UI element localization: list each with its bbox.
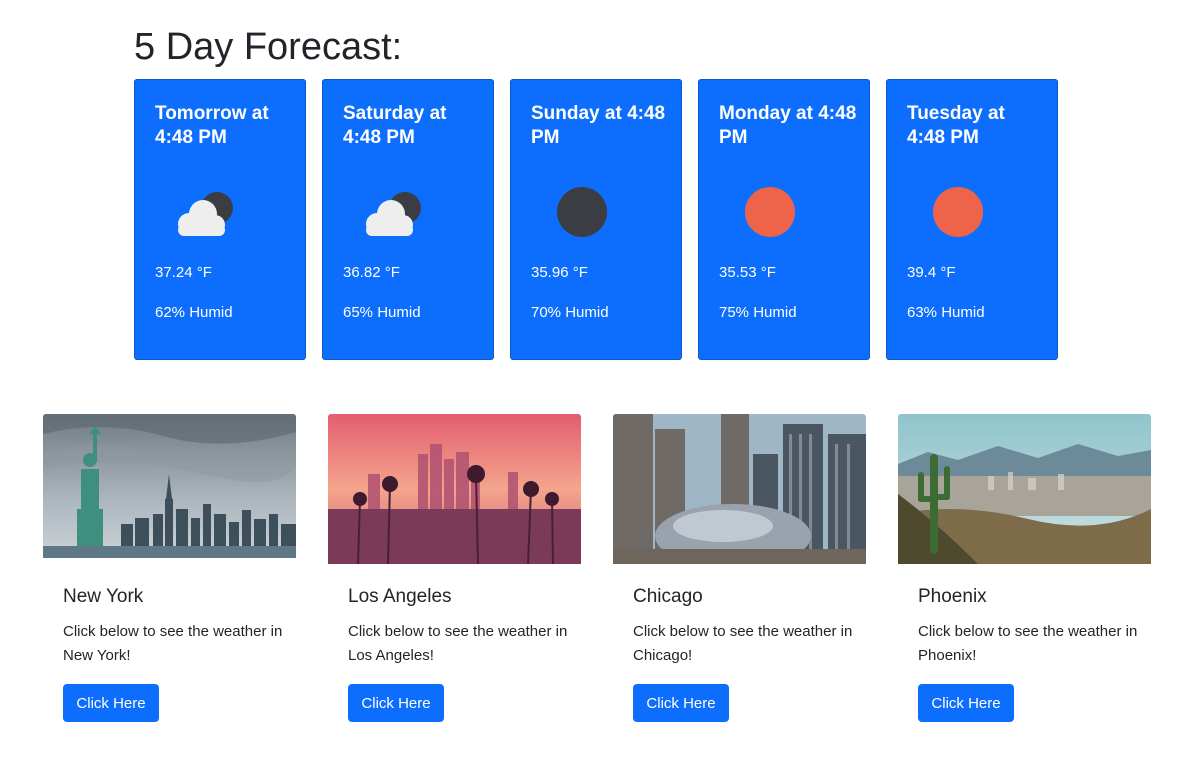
forecast-day-label: Monday at 4:48 PM <box>719 103 857 148</box>
city-description: Click below to see the weather in Los An… <box>348 623 568 664</box>
partly-cloudy-night-icon <box>171 184 241 240</box>
city-description: Click below to see the weather in Chicag… <box>633 623 853 664</box>
city-name: Los Angeles <box>348 586 452 607</box>
forecast-card-sunday: Sunday at 4:48 PM 35.96 °F 70% Humid <box>510 79 682 360</box>
forecast-day-label: Tomorrow at 4:48 PM <box>155 103 269 148</box>
forecast-card-tomorrow: Tomorrow at 4:48 PM 37.24 °F 62% Humid <box>134 79 306 360</box>
new-york-click-here-button[interactable]: Click Here <box>63 684 159 722</box>
forecast-humidity: 65% Humid <box>343 304 421 321</box>
forecast-day-label: Sunday at 4:48 PM <box>531 103 666 148</box>
partly-cloudy-night-icon <box>359 184 429 240</box>
new-york-skyline-image <box>43 414 296 564</box>
forecast-humidity: 70% Humid <box>531 304 609 321</box>
forecast-row: Tomorrow at 4:48 PM 37.24 °F 62% Humid S… <box>134 79 1058 360</box>
forecast-humidity: 62% Humid <box>155 304 233 321</box>
forecast-temperature: 36.82 °F <box>343 264 400 281</box>
chicago-bean-image <box>613 414 866 564</box>
city-name: New York <box>63 586 144 607</box>
city-name: Phoenix <box>918 586 987 607</box>
moon-icon <box>547 184 617 240</box>
sun-icon <box>735 184 805 240</box>
forecast-card-tuesday: Tuesday at 4:48 PM 39.4 °F 63% Humid <box>886 79 1058 360</box>
forecast-card-monday: Monday at 4:48 PM 35.53 °F 75% Humid <box>698 79 870 360</box>
city-description: Click below to see the weather in New Yo… <box>63 623 283 664</box>
city-cards-row: New York Click below to see the weather … <box>43 414 1151 734</box>
chicago-click-here-button[interactable]: Click Here <box>633 684 729 722</box>
sun-icon <box>923 184 993 240</box>
phoenix-click-here-button[interactable]: Click Here <box>918 684 1014 722</box>
forecast-day-label: Tuesday at 4:48 PM <box>907 103 1005 148</box>
phoenix-desert-image <box>898 414 1151 564</box>
city-card-los-angeles: Los Angeles Click below to see the weath… <box>328 414 581 734</box>
forecast-temperature: 35.53 °F <box>719 264 776 281</box>
city-name: Chicago <box>633 586 703 607</box>
forecast-day-label: Saturday at 4:48 PM <box>343 103 447 148</box>
city-description: Click below to see the weather in Phoeni… <box>918 623 1138 664</box>
city-card-new-york: New York Click below to see the weather … <box>43 414 296 734</box>
forecast-temperature: 37.24 °F <box>155 264 212 281</box>
forecast-temperature: 39.4 °F <box>907 264 956 281</box>
forecast-humidity: 63% Humid <box>907 304 985 321</box>
forecast-temperature: 35.96 °F <box>531 264 588 281</box>
forecast-card-saturday: Saturday at 4:48 PM 36.82 °F 65% Humid <box>322 79 494 360</box>
los-angeles-click-here-button[interactable]: Click Here <box>348 684 444 722</box>
city-card-phoenix: Phoenix Click below to see the weather i… <box>898 414 1151 734</box>
forecast-humidity: 75% Humid <box>719 304 797 321</box>
city-card-chicago: Chicago Click below to see the weather i… <box>613 414 866 734</box>
forecast-title: 5 Day Forecast: <box>134 26 403 68</box>
los-angeles-skyline-image <box>328 414 581 564</box>
